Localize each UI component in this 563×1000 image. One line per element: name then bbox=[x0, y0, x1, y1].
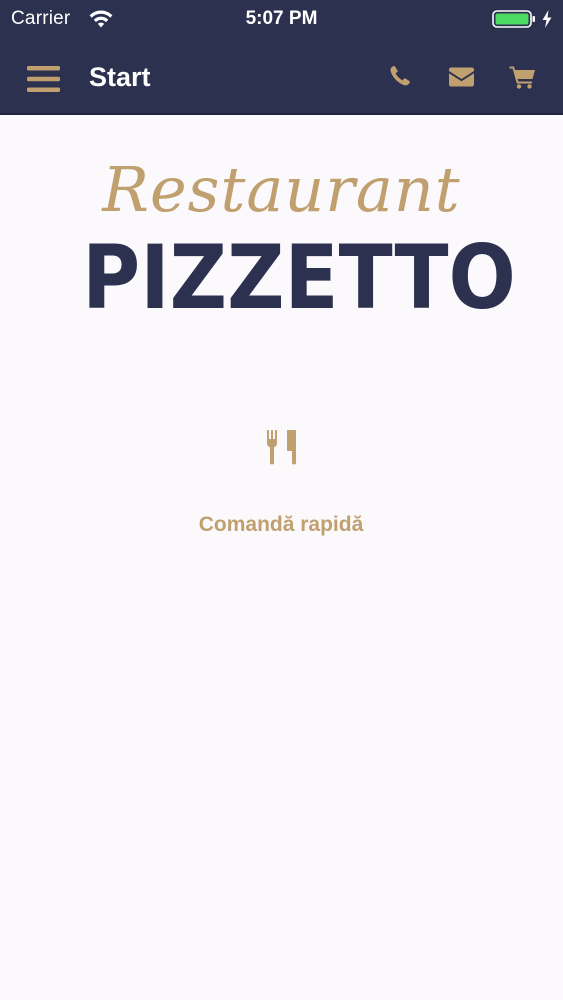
menu-icon[interactable] bbox=[27, 66, 60, 92]
mail-icon[interactable] bbox=[448, 67, 475, 87]
quick-order-label: Comandă rapidă bbox=[198, 513, 364, 536]
navigation-bar: Start bbox=[0, 40, 563, 113]
cart-icon[interactable] bbox=[509, 65, 536, 89]
restaurant-logo: Restaurant PIZZETTO bbox=[60, 150, 516, 335]
battery-icon bbox=[492, 10, 535, 28]
charging-bolt-icon bbox=[542, 10, 552, 28]
page-title: Start bbox=[89, 62, 151, 92]
clock-time: 5:07 PM bbox=[245, 8, 318, 29]
phone-icon[interactable] bbox=[388, 64, 412, 88]
logo-script-text: Restaurant bbox=[102, 153, 461, 226]
nav-divider bbox=[0, 113, 563, 115]
status-bar: Carrier 5:07 PM bbox=[0, 0, 563, 40]
quick-order-button[interactable]: Comandă rapidă bbox=[131, 420, 431, 550]
cutlery-icon bbox=[267, 430, 296, 465]
app-screen: Carrier 5:07 PM Start Restaurant PIZZETT… bbox=[0, 0, 563, 1000]
logo-main-text: PIZZETTO bbox=[82, 226, 516, 329]
